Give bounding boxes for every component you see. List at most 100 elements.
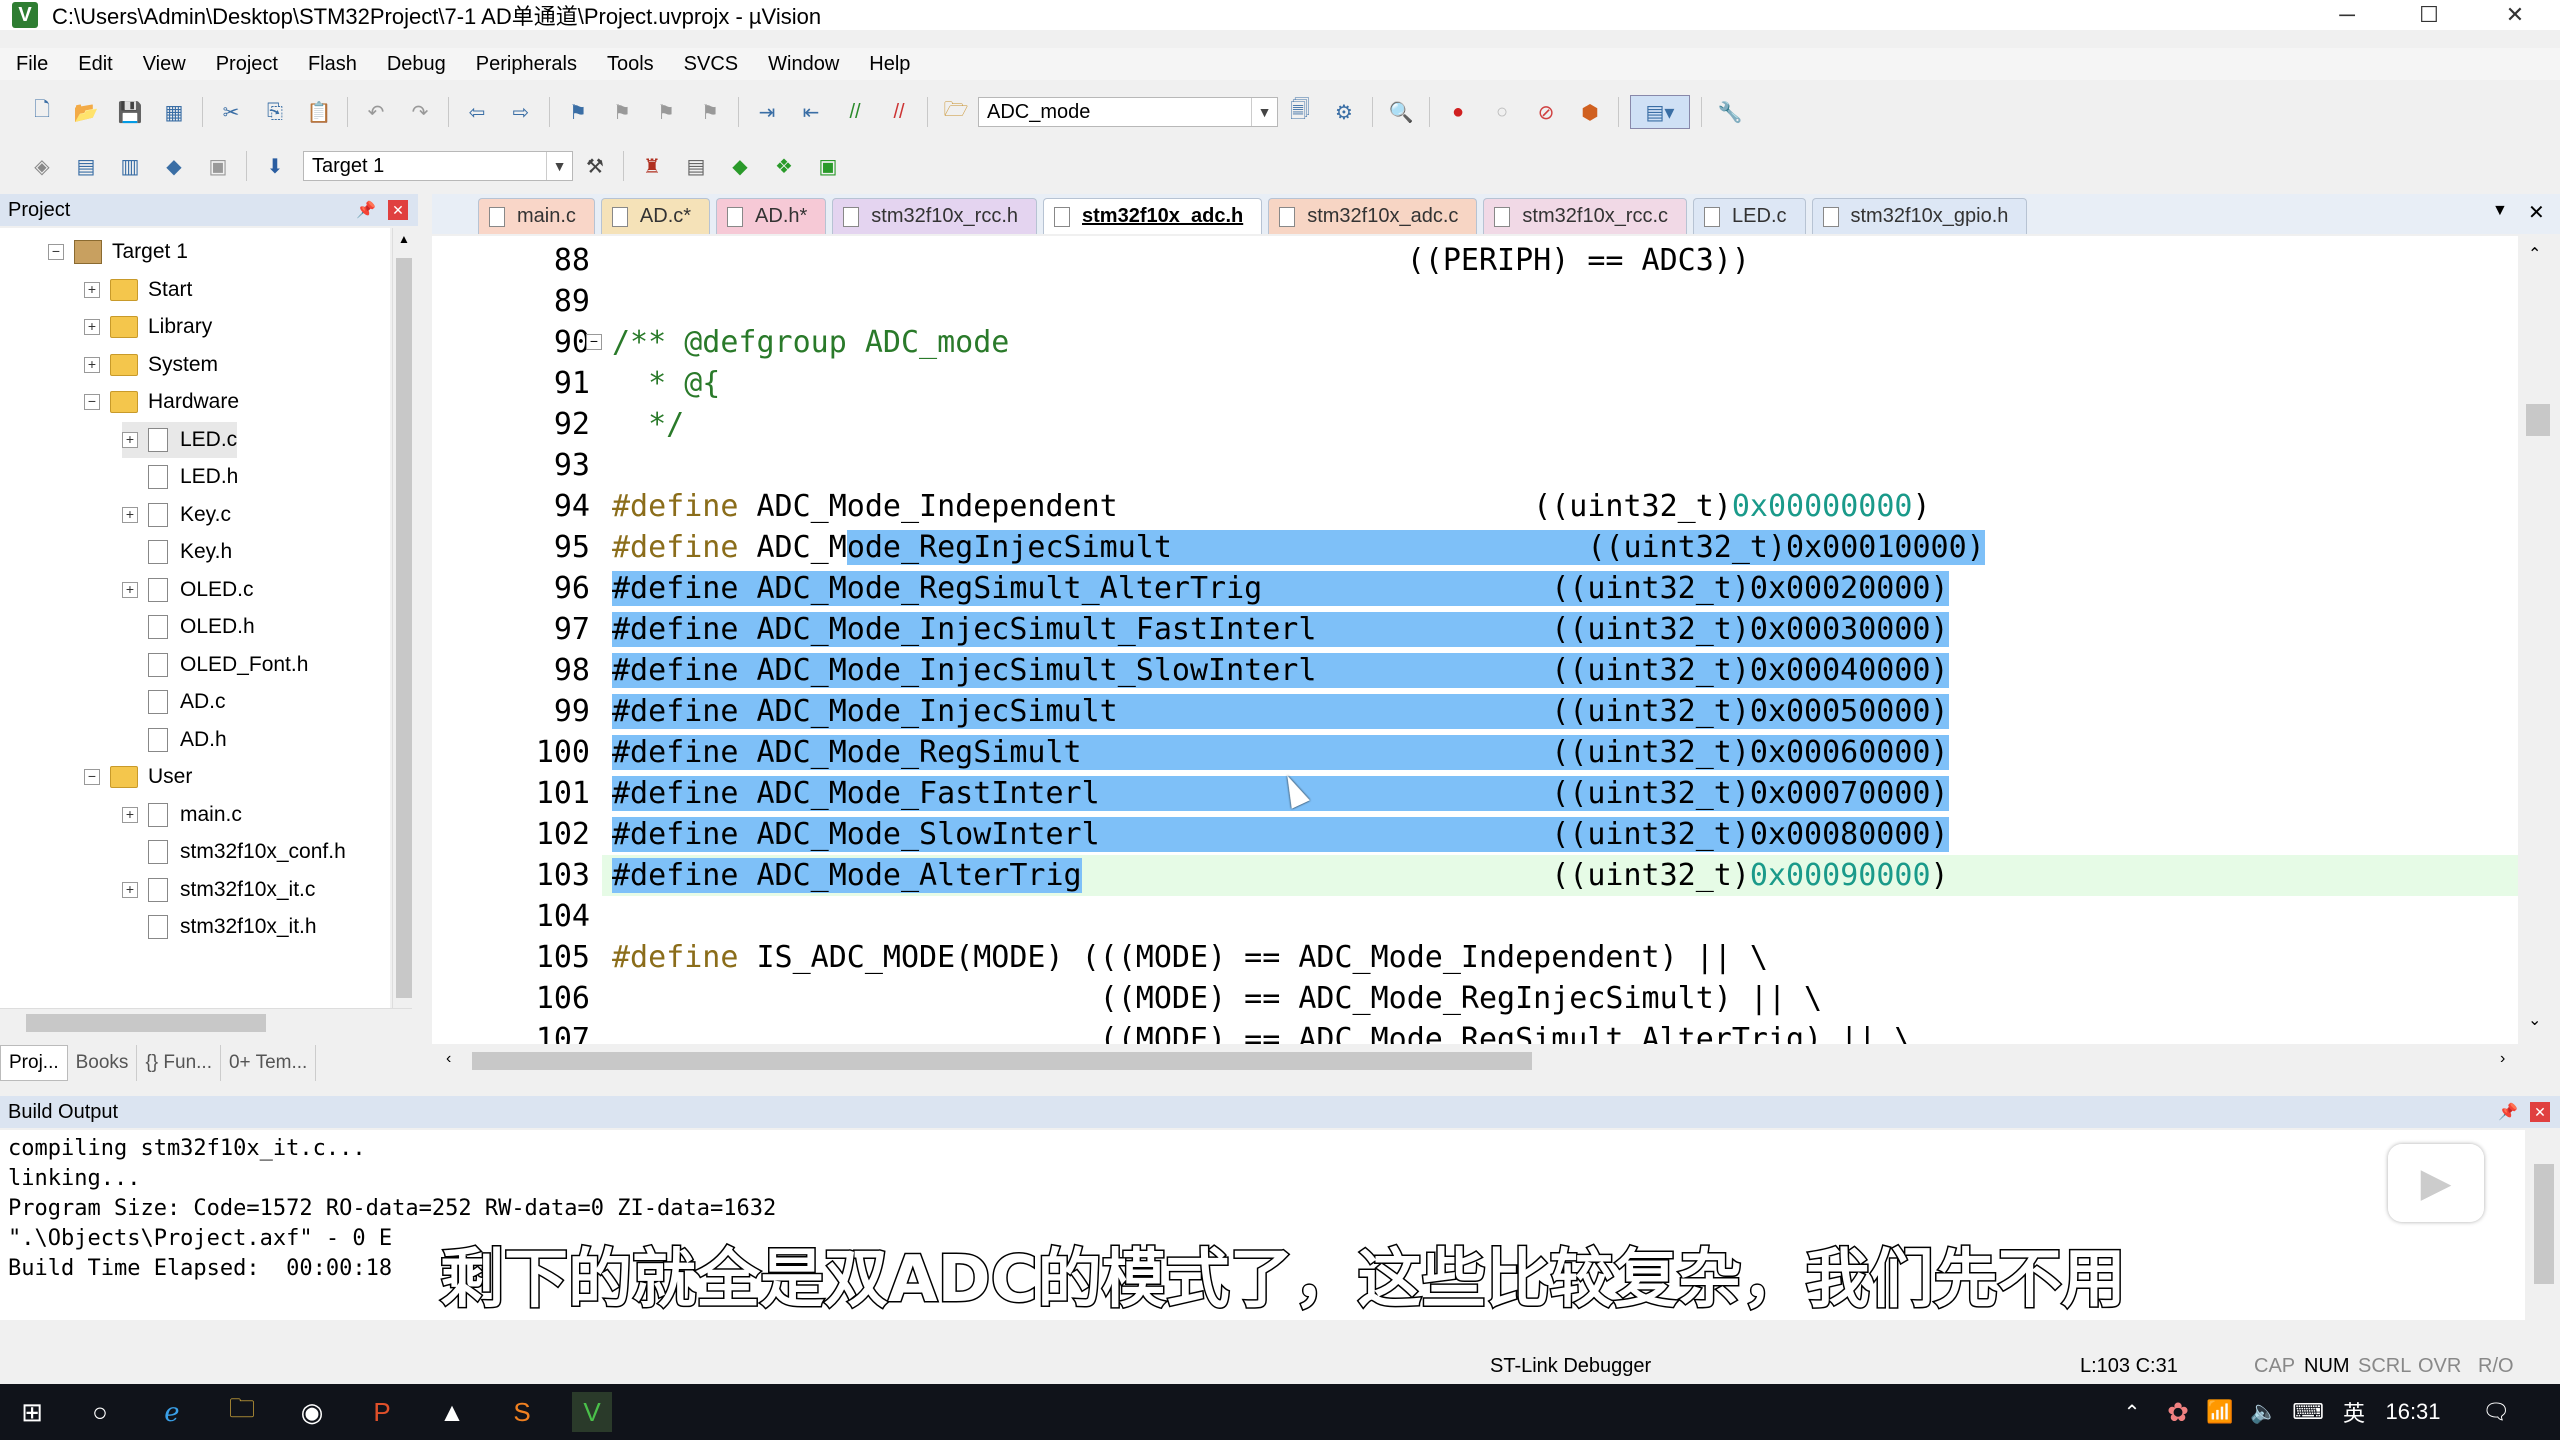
configure-icon[interactable]: 🔧 <box>1713 95 1747 129</box>
windows-start-icon[interactable]: ⊞ <box>12 1392 52 1432</box>
tree-item[interactable]: OLED_Font.h <box>122 647 308 683</box>
stop-build-icon[interactable]: ▣ <box>201 149 235 183</box>
code-line[interactable]: ((MODE) == ADC_Mode_RegSimult_AlterTrig)… <box>612 1019 1913 1044</box>
minimize-button[interactable]: ─ <box>2318 0 2376 30</box>
comment-icon[interactable]: // <box>838 95 872 129</box>
tab-books[interactable]: Books <box>68 1045 138 1081</box>
code-line[interactable]: #define ADC_Mode_InjecSimult_FastInterl … <box>612 609 1949 650</box>
prev-bookmark-icon[interactable]: ⚑ <box>605 95 639 129</box>
menu-flash[interactable]: Flash <box>294 53 371 76</box>
scrollbar-thumb[interactable] <box>472 1052 1532 1070</box>
edge-browser-icon[interactable]: ℯ <box>152 1392 192 1432</box>
code-line[interactable]: #define ADC_Mode_RegSimult_AlterTrig ((u… <box>612 568 1949 609</box>
find-in-files-icon[interactable]: 🗁 <box>939 95 973 129</box>
next-bookmark-icon[interactable]: ⚑ <box>649 95 683 129</box>
indent-icon[interactable]: ⇥ <box>750 95 784 129</box>
editor-tab[interactable]: stm32f10x_rcc.c <box>1483 198 1688 234</box>
code-line[interactable]: #define ADC_Mode_AlterTrig ((uint32_t)0x… <box>612 855 1949 896</box>
tree-item[interactable]: + System <box>84 347 218 383</box>
code-line[interactable]: */ <box>612 404 684 445</box>
tree-item[interactable]: + Start <box>84 272 192 308</box>
play-overlay-icon[interactable]: ▶ <box>2388 1144 2484 1222</box>
editor-vertical-scrollbar[interactable]: ⌃ ⌄ <box>2518 236 2560 1044</box>
menu-edit[interactable]: Edit <box>64 53 126 76</box>
code-line[interactable]: #define ADC_Mode_Independent ((uint32_t)… <box>612 486 1931 527</box>
pin-icon[interactable]: 📌 <box>356 200 376 220</box>
cortana-search-icon[interactable]: ○ <box>80 1392 120 1432</box>
incremental-find-icon[interactable]: ⚙ <box>1327 95 1361 129</box>
scroll-up-icon[interactable]: ⌃ <box>2528 244 2541 264</box>
editor-tab[interactable]: AD.h* <box>716 198 827 234</box>
menu-peripherals[interactable]: Peripherals <box>462 53 591 76</box>
tree-item[interactable]: stm32f10x_conf.h <box>122 834 346 870</box>
tree-item[interactable]: Key.h <box>122 534 232 570</box>
clock[interactable]: 16:31 <box>2378 1392 2448 1432</box>
editor-tab[interactable]: LED.c <box>1693 198 1806 234</box>
editor-tab[interactable]: stm32f10x_adc.h <box>1043 198 1263 234</box>
volume-icon[interactable]: 🔈 <box>2244 1392 2284 1432</box>
scroll-right-icon[interactable]: › <box>2500 1050 2505 1068</box>
target-combo[interactable]: Target 1 ▼ <box>303 151 573 181</box>
scroll-left-icon[interactable]: ‹ <box>446 1050 451 1068</box>
code-editor[interactable]: 88 89 90 91 92 93 94 95 96 97 98 99 100 101 102 103 104 1… <box>432 236 2518 1044</box>
close-tab-icon[interactable]: ✕ <box>2528 200 2545 225</box>
translate-icon[interactable]: ◈ <box>25 149 59 183</box>
tab-list-icon[interactable]: ▼ <box>2492 202 2508 220</box>
code-line[interactable]: * @{ <box>612 363 720 404</box>
keyboard-icon[interactable]: ⌨ <box>2288 1392 2328 1432</box>
expand-icon[interactable]: + <box>122 581 138 598</box>
expand-icon[interactable]: + <box>122 881 138 898</box>
editor-tab[interactable]: stm32f10x_rcc.h <box>832 198 1038 234</box>
menu-help[interactable]: Help <box>855 53 924 76</box>
build-output-hscroll[interactable] <box>0 1320 2560 1346</box>
scroll-down-icon[interactable]: ⌄ <box>2528 1010 2541 1030</box>
save-icon[interactable]: 💾 <box>113 95 147 129</box>
project-horizontal-scrollbar[interactable] <box>0 1008 412 1036</box>
clear-bookmarks-icon[interactable]: ⚑ <box>693 95 727 129</box>
nav-back-icon[interactable]: ⇦ <box>460 95 494 129</box>
powerpoint-icon[interactable]: P <box>362 1392 402 1432</box>
close-window-button[interactable]: ✕ <box>2486 0 2544 30</box>
open-file-icon[interactable]: 📂 <box>69 95 103 129</box>
camera-app-icon[interactable]: ◉ <box>292 1392 332 1432</box>
tree-item[interactable]: + LED.c <box>122 421 238 458</box>
copy-icon[interactable]: ⎘ <box>258 95 292 129</box>
menu-svcs[interactable]: SVCS <box>670 53 752 76</box>
uncomment-icon[interactable]: // <box>882 95 916 129</box>
tree-item[interactable]: − Target 1 <box>48 234 188 270</box>
expand-icon[interactable]: + <box>122 431 138 448</box>
tree-item[interactable]: stm32f10x_it.h <box>122 909 317 945</box>
new-file-icon[interactable]: 🗋 <box>25 95 59 129</box>
expand-icon[interactable]: + <box>84 281 100 298</box>
collapse-icon[interactable]: − <box>84 394 100 410</box>
code-line[interactable]: #define ADC_Mode_InjecSimult ((uint32_t)… <box>612 691 1949 732</box>
tree-item[interactable]: AD.h <box>122 722 227 758</box>
code-line[interactable]: #define ADC_Mode_InjecSimult_SlowInterl … <box>612 650 1949 691</box>
code-line[interactable]: #define ADC_Mode_RegInjecSimult ((uint32… <box>612 527 1985 568</box>
code-line[interactable]: #define IS_ADC_MODE(MODE) (((MODE) == AD… <box>612 937 1768 978</box>
disable-all-breakpoints-icon[interactable]: ⊘ <box>1529 95 1563 129</box>
photos-app-icon[interactable]: ▲ <box>432 1392 472 1432</box>
code-line[interactable]: ((PERIPH) == ADC3)) <box>612 240 1750 281</box>
manage-rte-icon[interactable]: ◆ <box>723 149 757 183</box>
expand-icon[interactable]: + <box>122 806 138 823</box>
menu-view[interactable]: View <box>129 53 200 76</box>
code-line[interactable]: #define ADC_Mode_SlowInterl ((uint32_t)0… <box>612 814 1949 855</box>
collapse-icon[interactable]: − <box>48 244 64 260</box>
pack-installer-icon[interactable]: ▣ <box>811 149 845 183</box>
tree-item[interactable]: + Library <box>84 309 212 345</box>
nav-forward-icon[interactable]: ⇨ <box>504 95 538 129</box>
scrollbar-thumb[interactable] <box>2534 1164 2554 1284</box>
network-icon[interactable]: 📶 <box>2200 1392 2240 1432</box>
tab-functions[interactable]: {} Fun... <box>137 1045 221 1081</box>
redo-icon[interactable]: ↷ <box>403 95 437 129</box>
file-explorer-icon[interactable]: 🗀 <box>222 1392 262 1432</box>
ime-indicator[interactable]: 英 <box>2334 1392 2374 1432</box>
close-pane-icon[interactable]: ✕ <box>388 200 408 220</box>
chevron-up-icon[interactable]: ⌃ <box>2112 1392 2152 1432</box>
tree-item[interactable]: + main.c <box>122 797 242 833</box>
download-icon[interactable]: ⬇ <box>258 149 292 183</box>
chevron-down-icon[interactable]: ▼ <box>546 152 572 180</box>
scrollbar-thumb[interactable] <box>396 258 412 998</box>
editor-tab[interactable]: stm32f10x_gpio.h <box>1811 198 2028 234</box>
